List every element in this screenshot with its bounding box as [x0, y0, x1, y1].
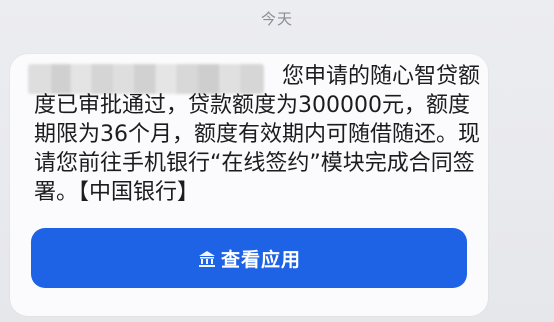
sms-conversation: 今天 您申请的随心智贷额度已审批通过，贷款额度为300000元，额度期限为36个… [0, 0, 554, 322]
message-bubble[interactable]: 您申请的随心智贷额度已审批通过，贷款额度为300000元，额度期限为36个月，额… [10, 54, 488, 316]
message-text: 您申请的随心智贷额度已审批通过，贷款额度为300000元，额度期限为36个月，额… [34, 64, 481, 205]
bank-icon [197, 250, 217, 268]
view-app-button-label: 查看应用 [220, 248, 301, 271]
date-separator: 今天 [260, 10, 293, 28]
view-app-button[interactable]: 查看应用 [31, 228, 467, 288]
